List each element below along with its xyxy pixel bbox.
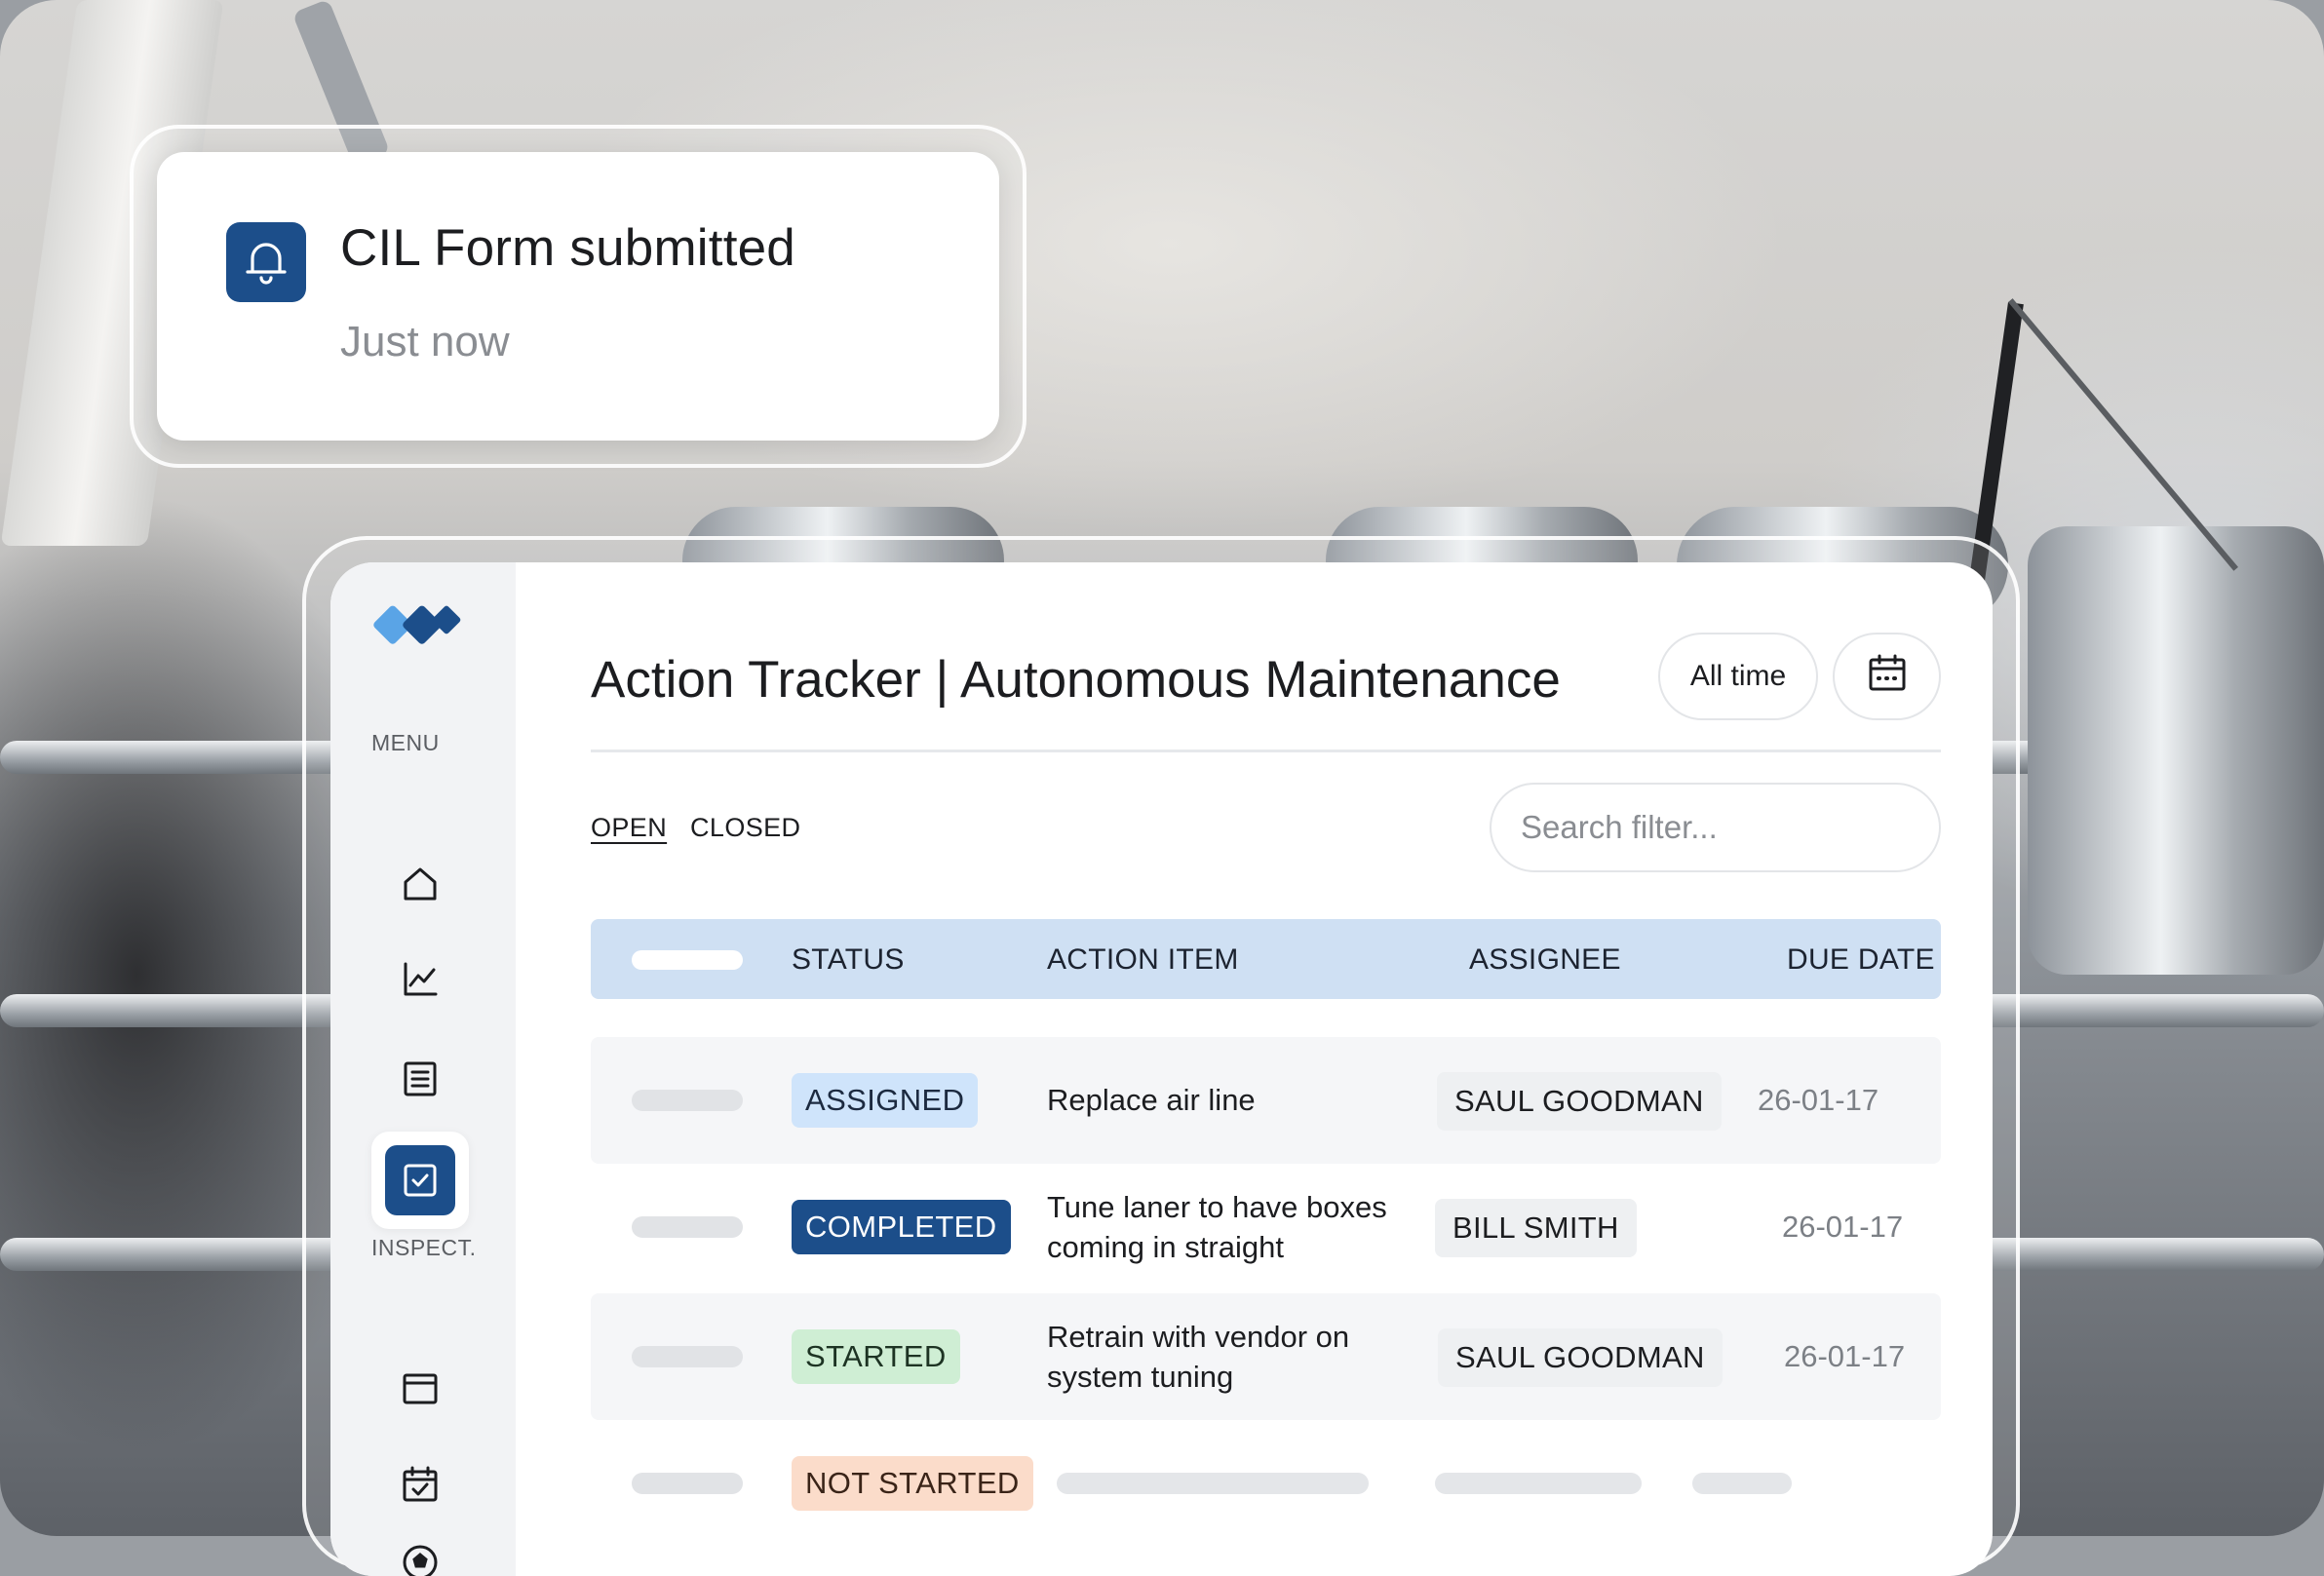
column-assignee[interactable]: ASSIGNEE	[1469, 943, 1621, 977]
calendar-icon	[1867, 652, 1908, 701]
nav-inspect-ball[interactable]	[371, 1516, 469, 1576]
main-content: Action Tracker | Autonomous Maintenance …	[591, 562, 1941, 1576]
due-date-text: 26-01-17	[1758, 1083, 1879, 1118]
row-select-placeholder[interactable]	[632, 1090, 743, 1111]
table-row[interactable]: COMPLETED Tune laner to have boxes comin…	[591, 1164, 1941, 1290]
action-item-text: Replace air line	[1047, 1080, 1256, 1120]
app-window: MENU INSPECT.	[330, 562, 1993, 1576]
action-item-placeholder	[1057, 1473, 1369, 1494]
table-row[interactable]: STARTED Retrain with vendor on system tu…	[591, 1293, 1941, 1420]
nav-documents[interactable]	[371, 1032, 469, 1130]
row-select-placeholder[interactable]	[632, 1473, 743, 1494]
nav-analytics[interactable]	[371, 933, 469, 1030]
row-select-placeholder[interactable]	[632, 1216, 743, 1238]
app-logo[interactable]	[369, 603, 483, 663]
status-badge: ASSIGNED	[792, 1073, 978, 1128]
bell-icon	[226, 222, 306, 302]
soccer-ball-icon	[401, 1543, 440, 1576]
search-input[interactable]	[1490, 783, 1941, 872]
due-date-text: 26-01-17	[1782, 1210, 1903, 1245]
notification-title: CIL Form submitted	[340, 218, 795, 278]
chart-line-icon	[401, 960, 440, 1004]
calendar-check-icon	[401, 1465, 440, 1509]
notification-toast[interactable]: CIL Form submitted Just now	[157, 152, 999, 441]
page-title: Action Tracker | Autonomous Maintenance	[591, 650, 1561, 710]
assignee-chip: BILL SMITH	[1435, 1199, 1637, 1257]
assignee-chip: SAUL GOODMAN	[1438, 1328, 1723, 1387]
status-badge: NOT STARTED	[792, 1456, 1033, 1511]
column-action-item[interactable]: ACTION ITEM	[1047, 943, 1239, 977]
tab-open[interactable]: OPEN	[591, 813, 667, 843]
notification-timestamp: Just now	[340, 318, 510, 366]
row-select-placeholder[interactable]	[632, 1346, 743, 1367]
home-icon	[401, 865, 440, 908]
table-row[interactable]: ASSIGNED Replace air line SAUL GOODMAN 2…	[591, 1037, 1941, 1164]
sidebar: MENU INSPECT.	[330, 562, 516, 1576]
checkbox-icon	[385, 1145, 455, 1215]
column-due-date[interactable]: DUE DATE	[1787, 943, 1935, 977]
document-list-icon	[401, 1059, 440, 1103]
assignee-chip: SAUL GOODMAN	[1437, 1072, 1722, 1131]
header-divider	[591, 750, 1941, 752]
select-all-placeholder[interactable]	[632, 950, 743, 970]
tab-closed[interactable]: CLOSED	[690, 813, 800, 843]
assignee-placeholder	[1435, 1473, 1642, 1494]
column-status[interactable]: STATUS	[792, 943, 905, 977]
table-header: STATUS ACTION ITEM ASSIGNEE DUE DATE	[591, 919, 1941, 999]
inspect-section-label: INSPECT.	[371, 1235, 477, 1261]
due-date-placeholder	[1692, 1473, 1792, 1494]
menu-section-label: MENU	[371, 730, 440, 756]
calendar-button[interactable]	[1833, 633, 1941, 720]
time-filter-button[interactable]: All time	[1658, 633, 1818, 720]
action-item-text: Retrain with vendor on system tuning	[1047, 1317, 1378, 1397]
nav-inspect-window[interactable]	[371, 1342, 469, 1440]
status-badge: STARTED	[792, 1329, 960, 1384]
due-date-text: 26-01-17	[1784, 1339, 1905, 1374]
table-row[interactable]: NOT STARTED	[591, 1420, 1941, 1547]
nav-action-tracker[interactable]	[371, 1132, 469, 1229]
browser-window-icon	[401, 1369, 440, 1413]
status-badge: COMPLETED	[792, 1200, 1011, 1254]
action-item-text: Tune laner to have boxes coming in strai…	[1047, 1187, 1417, 1267]
nav-home[interactable]	[371, 837, 469, 935]
